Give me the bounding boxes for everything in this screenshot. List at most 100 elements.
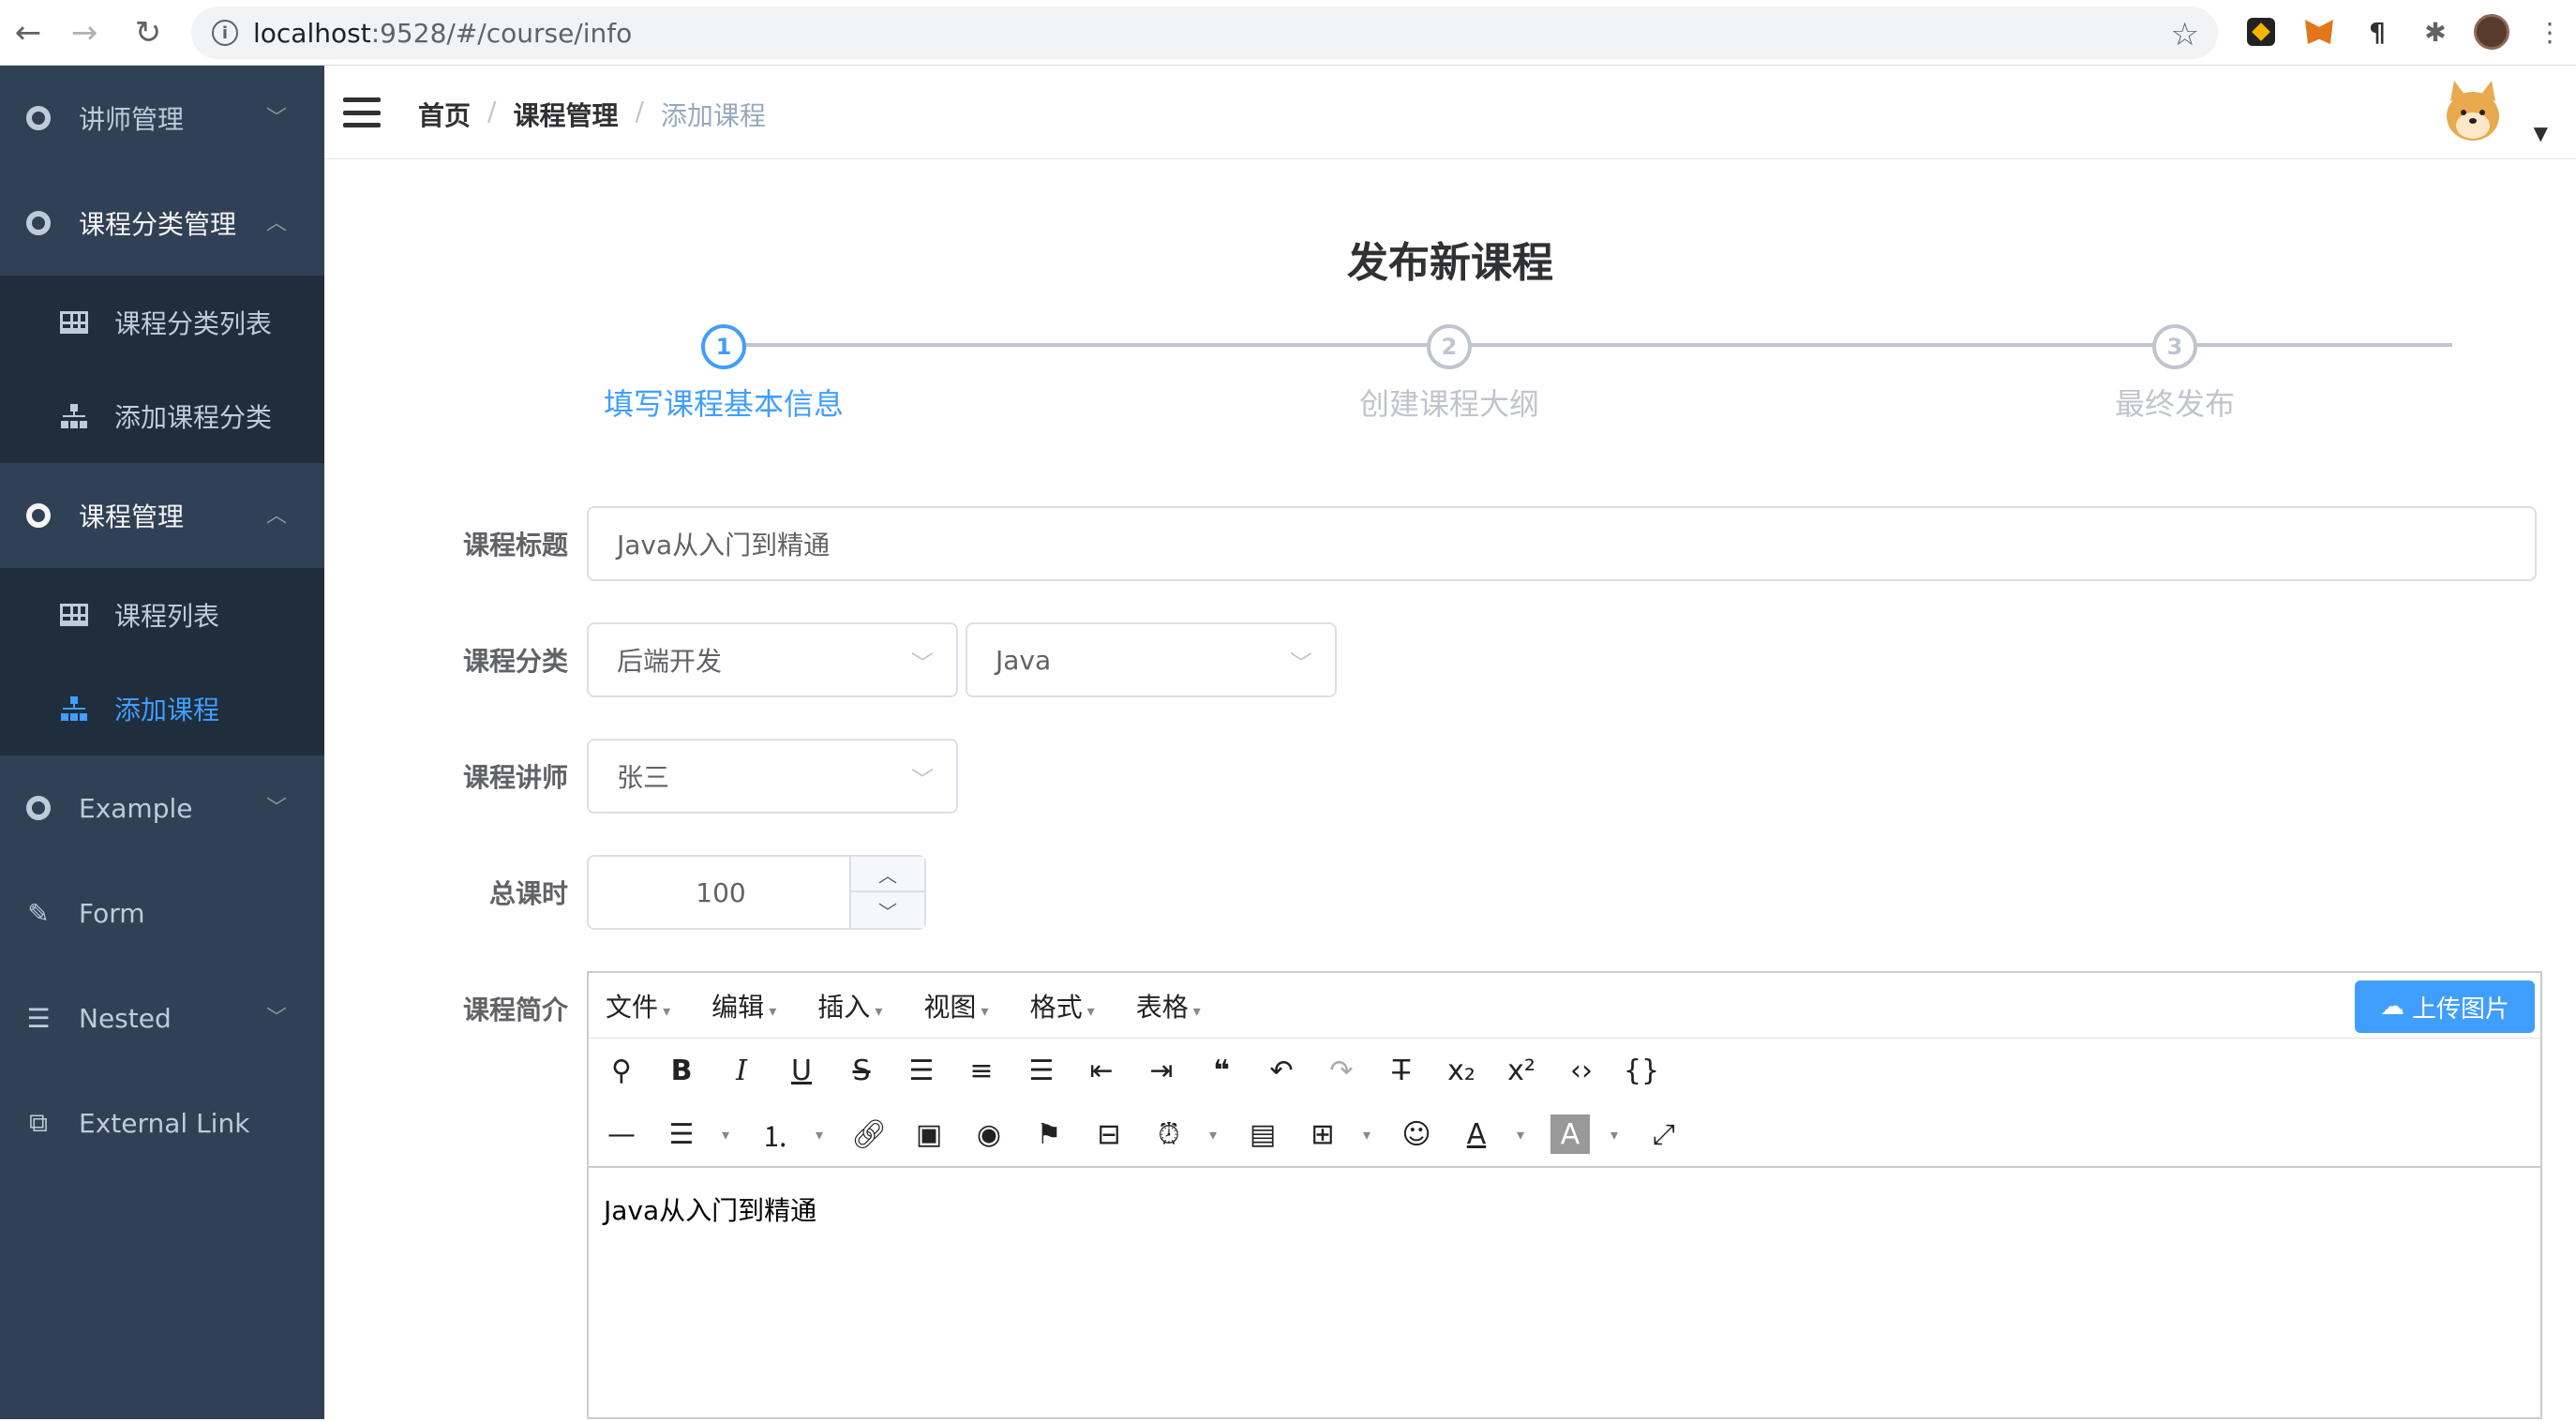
user-avatar[interactable] bbox=[2437, 77, 2509, 148]
text-color-icon[interactable]: A bbox=[1457, 1114, 1496, 1154]
menu-view[interactable]: 视图 bbox=[923, 987, 988, 1025]
link-icon[interactable]: 🔗︎ bbox=[849, 1114, 889, 1154]
sidebar-item-course-add[interactable]: 添加课程 bbox=[0, 662, 324, 755]
forward-arrow-icon[interactable]: → bbox=[66, 14, 103, 52]
info-icon[interactable]: i bbox=[212, 20, 238, 46]
undo-icon[interactable]: ↶ bbox=[1262, 1051, 1301, 1090]
decrease-chevron-icon[interactable]: ﹀ bbox=[851, 892, 924, 928]
breadcrumb-home[interactable]: 首页 bbox=[418, 96, 471, 133]
find-replace-icon[interactable]: ⚲ bbox=[602, 1051, 641, 1090]
bold-icon[interactable]: B bbox=[662, 1051, 701, 1090]
back-arrow-icon[interactable]: ← bbox=[9, 14, 47, 52]
emoticons-icon[interactable]: ☺ bbox=[1397, 1114, 1436, 1154]
lesson-hours-value: 100 bbox=[696, 877, 746, 908]
upload-image-button[interactable]: ☁ 上传图片 bbox=[2355, 980, 2535, 1033]
sidebar-item-label: Nested bbox=[79, 1002, 172, 1034]
numbered-list-icon[interactable]: ⒈ bbox=[756, 1114, 795, 1154]
redo-icon[interactable]: ↷ bbox=[1322, 1051, 1361, 1090]
sidebar-item-subject[interactable]: 课程分类管理 ︿ bbox=[0, 171, 324, 276]
menu-format[interactable]: 格式 bbox=[1030, 987, 1095, 1025]
preview-eye-icon[interactable]: ◉ bbox=[969, 1114, 1009, 1154]
bookmark-star-icon[interactable]: ☆ bbox=[2171, 16, 2199, 53]
outdent-icon[interactable]: ⇤ bbox=[1082, 1051, 1121, 1090]
code-icon[interactable]: ‹› bbox=[1562, 1051, 1601, 1090]
teacher-select[interactable]: 张三 ﹀ bbox=[587, 739, 958, 814]
menu-table[interactable]: 表格 bbox=[1136, 987, 1201, 1025]
underline-icon[interactable]: U bbox=[782, 1051, 821, 1090]
metamask-fox-icon[interactable] bbox=[2300, 13, 2338, 51]
tree-icon bbox=[60, 402, 88, 430]
sidebar-item-form[interactable]: ✎ Form bbox=[0, 860, 324, 965]
menu-edit[interactable]: 编辑 bbox=[711, 987, 776, 1025]
sidebar-item-label: Form bbox=[79, 897, 145, 929]
dropdown-arrow-icon[interactable]: ▾ bbox=[1363, 1126, 1376, 1144]
media-icon[interactable]: ▤ bbox=[1243, 1114, 1282, 1154]
indent-icon[interactable]: ⇥ bbox=[1142, 1051, 1181, 1090]
paragraph-icon[interactable]: ¶ bbox=[2359, 13, 2396, 51]
blockquote-icon[interactable]: ❝ bbox=[1202, 1051, 1241, 1090]
page-break-icon[interactable]: ⊟ bbox=[1089, 1114, 1129, 1154]
menu-insert[interactable]: 插入 bbox=[817, 987, 882, 1025]
editor-content-text: Java从入门到精通 bbox=[604, 1195, 817, 1226]
table-icon bbox=[60, 308, 88, 337]
external-link-icon: ⧉ bbox=[29, 1107, 48, 1138]
more-vert-icon[interactable]: ⋮ bbox=[2531, 13, 2569, 51]
puzzle-extensions-icon[interactable]: ✱ bbox=[2417, 13, 2454, 51]
menu-file[interactable]: 文件 bbox=[606, 987, 670, 1025]
extension-cube-icon[interactable] bbox=[2242, 13, 2280, 51]
breadcrumb-section[interactable]: 课程管理 bbox=[513, 96, 618, 133]
bullet-list-icon[interactable]: ☰ bbox=[662, 1114, 701, 1154]
editor-content-area[interactable]: Java从入门到精通 bbox=[589, 1166, 2540, 1421]
sidebar-item-course-list[interactable]: 课程列表 bbox=[0, 568, 324, 662]
align-left-icon[interactable]: ☰ bbox=[902, 1051, 941, 1090]
chevron-down-icon: ﹀ bbox=[265, 1007, 287, 1030]
circle-icon bbox=[24, 104, 52, 132]
italic-icon[interactable]: I bbox=[722, 1051, 761, 1090]
superscript-icon[interactable]: x² bbox=[1502, 1051, 1541, 1090]
category-primary-select[interactable]: 后端开发 ﹀ bbox=[587, 622, 958, 697]
clear-format-icon[interactable]: T̶ bbox=[1382, 1051, 1421, 1090]
insert-datetime-icon[interactable]: ⏰︎ bbox=[1149, 1114, 1189, 1154]
dropdown-arrow-icon[interactable]: ▾ bbox=[1209, 1126, 1222, 1144]
category-secondary-select[interactable]: Java ﹀ bbox=[966, 622, 1337, 697]
step-3-circle: 3 bbox=[2152, 324, 2197, 369]
cloud-upload-icon: ☁ bbox=[2379, 993, 2404, 1021]
dropdown-arrow-icon[interactable]: ▾ bbox=[1517, 1126, 1530, 1144]
bookmark-anchor-icon[interactable]: ⚑ bbox=[1029, 1114, 1069, 1154]
increase-chevron-icon[interactable]: ︿ bbox=[851, 857, 924, 892]
image-icon[interactable]: ▣ bbox=[909, 1114, 949, 1154]
sidebar-item-external-link[interactable]: ⧉ External Link bbox=[0, 1070, 324, 1175]
address-bar[interactable]: i localhost:9528/#/course/info ☆ bbox=[191, 7, 2218, 59]
align-right-icon[interactable]: ☰ bbox=[1022, 1051, 1061, 1090]
sidebar-item-example[interactable]: Example ﹀ bbox=[0, 755, 324, 860]
dropdown-arrow-icon[interactable]: ▾ bbox=[722, 1126, 735, 1144]
fullscreen-icon[interactable]: ⤢ bbox=[1644, 1114, 1684, 1154]
reload-icon[interactable]: ↻ bbox=[129, 14, 167, 52]
profile-avatar-icon[interactable] bbox=[2473, 13, 2510, 51]
sidebar-item-teacher[interactable]: 讲师管理 ﹀ bbox=[0, 66, 324, 171]
hamburger-menu-icon[interactable] bbox=[343, 97, 381, 127]
step-2-circle: 2 bbox=[1427, 324, 1472, 369]
course-title-label: 课程标题 bbox=[462, 530, 568, 561]
dropdown-arrow-icon[interactable]: ▾ bbox=[1610, 1126, 1624, 1144]
breadcrumb-separator: / bbox=[635, 96, 644, 127]
code-sample-icon[interactable]: {} bbox=[1622, 1051, 1661, 1090]
dropdown-arrow-icon[interactable]: ▾ bbox=[816, 1126, 829, 1144]
sidebar-item-nested[interactable]: ☰ Nested ﹀ bbox=[0, 965, 324, 1070]
sidebar-item-course[interactable]: 课程管理 ︿ bbox=[0, 463, 324, 568]
sidebar-item-subject-list[interactable]: 课程分类列表 bbox=[0, 276, 324, 369]
caret-down-icon[interactable]: ▼ bbox=[2534, 122, 2548, 144]
sidebar-item-label: 添加课程分类 bbox=[114, 402, 273, 433]
subscript-icon[interactable]: x₂ bbox=[1442, 1051, 1481, 1090]
chevron-down-icon: ﹀ bbox=[911, 767, 934, 793]
circle-icon bbox=[24, 501, 52, 530]
horizontal-rule-icon[interactable]: — bbox=[602, 1114, 641, 1154]
table-icon[interactable]: ⊞ bbox=[1303, 1114, 1342, 1154]
sidebar-item-subject-add[interactable]: 添加课程分类 bbox=[0, 369, 324, 463]
lesson-hours-input[interactable]: 100 ︿ ﹀ bbox=[587, 855, 926, 930]
strikethrough-icon[interactable]: S bbox=[842, 1051, 881, 1090]
url-text[interactable]: localhost:9528/#/course/info bbox=[253, 18, 632, 49]
course-title-input[interactable]: Java从入门到精通 bbox=[587, 506, 2537, 581]
align-center-icon[interactable]: ≡ bbox=[962, 1051, 1001, 1090]
background-color-icon[interactable]: A bbox=[1550, 1114, 1590, 1154]
